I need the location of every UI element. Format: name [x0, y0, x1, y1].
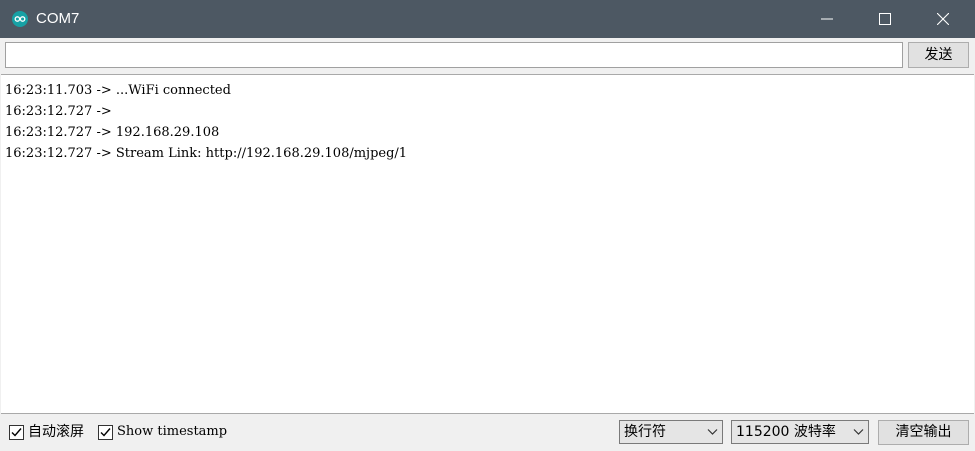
send-button[interactable]: 发送 — [908, 42, 969, 68]
line-ending-value: 换行符 — [624, 424, 666, 440]
checkbox-box[interactable] — [9, 424, 24, 440]
window-title: COM7 — [36, 10, 80, 27]
baud-rate-select[interactable]: 115200 波特率 — [731, 420, 869, 444]
baud-rate-value: 115200 波特率 — [736, 424, 836, 440]
send-input[interactable] — [5, 42, 903, 68]
minimize-button[interactable] — [804, 0, 850, 38]
output-line: 16:23:11.703 -> ...WiFi connected — [5, 83, 231, 98]
show-timestamp-checkbox[interactable]: Show timestamp — [98, 423, 227, 441]
output-line: 16:23:12.727 -> Stream Link: http://192.… — [5, 146, 408, 161]
autoscroll-label: 自动滚屏 — [28, 424, 84, 440]
close-button[interactable] — [920, 0, 966, 38]
chevron-down-icon — [707, 429, 718, 435]
bottom-bar: 自动滚屏 Show timestamp 换行符 115200 波特率 清空输出 — [0, 414, 975, 451]
show-timestamp-label: Show timestamp — [117, 424, 228, 439]
line-ending-select[interactable]: 换行符 — [619, 420, 723, 444]
autoscroll-checkbox[interactable]: 自动滚屏 — [9, 423, 84, 441]
serial-monitor-window: COM7 发送 16:23:11.703 -> ...WiFi connecte… — [0, 0, 975, 451]
arduino-logo-icon — [12, 11, 28, 27]
title-bar: COM7 — [0, 0, 975, 38]
checkmark-icon — [100, 427, 111, 437]
output-line: 16:23:12.727 -> 192.168.29.108 — [5, 125, 220, 140]
maximize-icon — [879, 13, 891, 25]
output-line: 16:23:12.727 -> — [5, 104, 116, 119]
minimize-icon — [821, 18, 833, 20]
checkbox-box[interactable] — [98, 424, 113, 440]
clear-output-button[interactable]: 清空输出 — [878, 420, 969, 445]
serial-output-area[interactable]: 16:23:11.703 -> ...WiFi connected 16:23:… — [1, 74, 974, 414]
maximize-button[interactable] — [862, 0, 908, 38]
checkmark-icon — [11, 427, 22, 437]
close-icon — [937, 13, 949, 25]
send-row: 发送 — [0, 38, 975, 74]
chevron-down-icon — [853, 429, 864, 435]
